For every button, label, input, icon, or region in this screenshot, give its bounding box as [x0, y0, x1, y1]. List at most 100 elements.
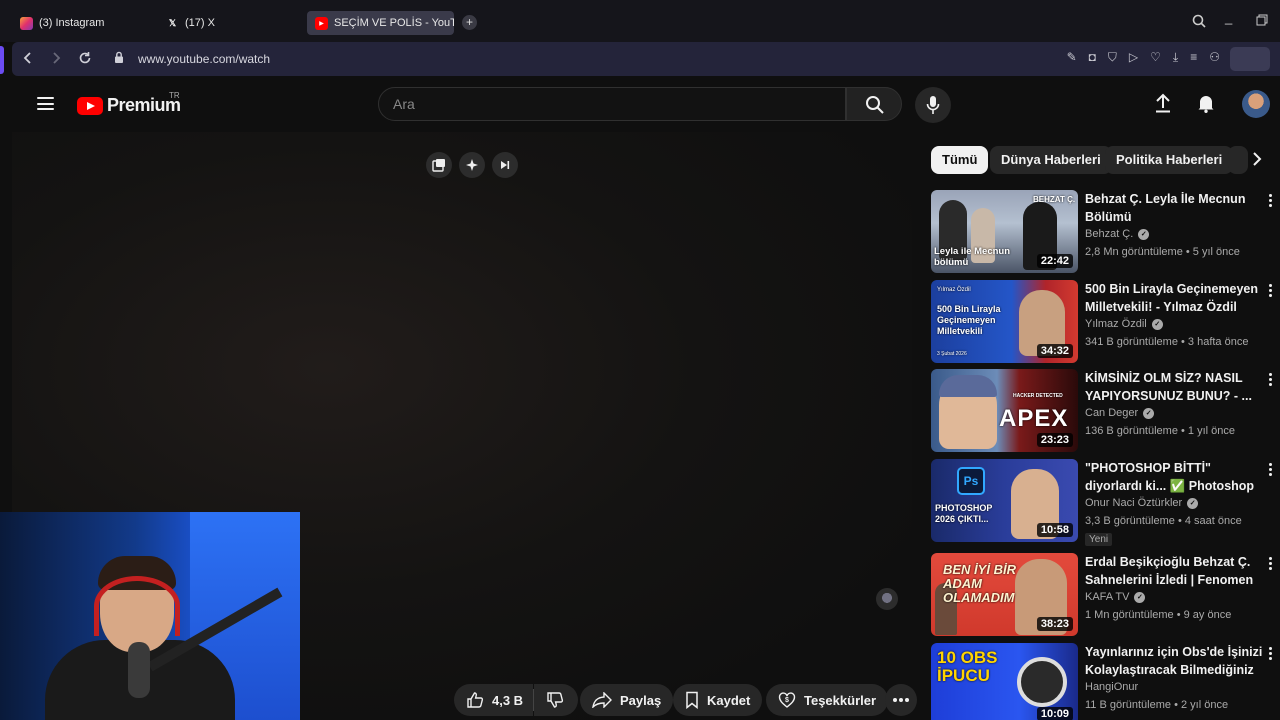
url-field[interactable]: www.youtube.com/watch: [138, 52, 270, 66]
new-tab-button[interactable]: +: [462, 15, 477, 30]
video-title[interactable]: "PHOTOSHOP BİTTİ" diyorlardı ki... ✅ Pho…: [1085, 459, 1263, 495]
reload-button[interactable]: [78, 51, 92, 68]
menu-lines-icon[interactable]: ≡: [1190, 50, 1197, 65]
video-meta: 341 B görüntüleme • 3 hafta önce: [1085, 336, 1249, 348]
video-thumbnail[interactable]: Leyla ile Mecnun bölümü BEHZAT Ç. 22:42: [931, 190, 1078, 273]
video-title[interactable]: KİMSİNİZ OLM SİZ? NASIL YAPIYORSUNUZ BUN…: [1085, 369, 1263, 405]
heart-icon[interactable]: ♡: [1150, 50, 1161, 65]
youtube-logo[interactable]: Premium: [77, 95, 181, 116]
edit-icon[interactable]: ✎: [1067, 50, 1077, 65]
channel-name[interactable]: HangiOnur: [1085, 681, 1138, 693]
upload-icon[interactable]: [1154, 93, 1172, 118]
more-options-icon[interactable]: [1269, 463, 1273, 476]
more-options-icon[interactable]: [1269, 373, 1273, 386]
thanks-button[interactable]: $ Teşekkürler: [766, 684, 889, 716]
avatar[interactable]: [1242, 90, 1270, 118]
thumbnail-caption: APEX: [999, 405, 1069, 432]
verified-icon: ✓: [1151, 318, 1163, 330]
tab-instagram[interactable]: (3) Instagram: [12, 11, 152, 35]
chip-politics-news[interactable]: Politika Haberleri: [1105, 146, 1234, 174]
floating-avatar: [876, 588, 898, 610]
youtube-play-logo-icon: [77, 96, 103, 115]
thumbnail-date: 3 Şubat 2026: [937, 351, 967, 357]
back-button[interactable]: [22, 51, 34, 68]
channel-name[interactable]: Yılmaz Özdil ✓: [1085, 318, 1163, 330]
video-duration: 22:42: [1036, 254, 1073, 268]
obs-logo-icon: [1017, 657, 1067, 707]
minimize-button[interactable]: _: [1225, 10, 1232, 25]
play-icon[interactable]: ▷: [1129, 50, 1138, 65]
download-icon[interactable]: ⤓: [1173, 50, 1178, 65]
channel-label: Behzat Ç.: [1085, 228, 1134, 240]
shield-icon[interactable]: ⛉: [1108, 50, 1117, 65]
photoshop-logo-icon: Ps: [957, 467, 985, 495]
dislike-button[interactable]: [534, 684, 579, 716]
chip-overflow[interactable]: [1228, 146, 1248, 174]
dot: [899, 698, 903, 702]
video-thumbnail[interactable]: 10 OBS İPUCU 10:09: [931, 643, 1078, 720]
channel-name[interactable]: Onur Naci Öztürkler ✓: [1085, 497, 1199, 509]
chevron-right-icon[interactable]: [1252, 152, 1262, 171]
maximize-button[interactable]: [1256, 14, 1268, 29]
dot: [893, 698, 897, 702]
recommendation-item[interactable]: Leyla ile Mecnun bölümü BEHZAT Ç. 22:42 …: [931, 190, 1280, 274]
channel-name[interactable]: KAFA TV ✓: [1085, 591, 1146, 603]
more-actions-button[interactable]: [885, 684, 917, 716]
recommendation-item[interactable]: 500 Bin Lirayla Geçinemeyen Milletvekili…: [931, 280, 1280, 364]
more-options-icon[interactable]: [1269, 557, 1273, 570]
skip-next-button[interactable]: [492, 152, 518, 178]
address-bar-row: www.youtube.com/watch ✎ ◘ ⛉ ▷ ♡ ⤓ ≡ ⚇: [12, 42, 1280, 76]
video-duration: 38:23: [1036, 617, 1073, 631]
video-thumbnail[interactable]: Ps PHOTOSHOP 2026 ÇIKTI... 10:58: [931, 459, 1078, 542]
share-icon: [592, 692, 612, 708]
voice-search-button[interactable]: [915, 87, 951, 123]
headset: [94, 576, 180, 636]
save-label: Kaydet: [707, 692, 751, 708]
channel-name[interactable]: Behzat Ç. ✓: [1085, 228, 1150, 240]
user-icon[interactable]: ⚇: [1209, 50, 1220, 65]
forward-button[interactable]: [50, 51, 62, 68]
video-thumbnail[interactable]: APEX HACKER DETECTED 23:23: [931, 369, 1078, 452]
webcam-overlay: [0, 512, 300, 720]
video-title[interactable]: Yayınlarınız için Obs'de İşinizi Kolayla…: [1085, 643, 1263, 679]
recommendation-item[interactable]: APEX HACKER DETECTED 23:23 KİMSİNİZ OLM …: [931, 369, 1280, 453]
chip-world-news[interactable]: Dünya Haberleri: [990, 146, 1112, 174]
lock-icon[interactable]: [114, 51, 124, 67]
video-title[interactable]: Erdal Beşikçioğlu Behzat Ç. Sahnelerini …: [1085, 553, 1263, 589]
video-meta: 2,8 Mn görüntüleme • 5 yıl önce: [1085, 246, 1240, 258]
chip-all[interactable]: Tümü: [931, 146, 989, 174]
thanks-label: Teşekkürler: [804, 692, 877, 708]
menu-icon[interactable]: [37, 97, 54, 110]
channel-name[interactable]: Can Deger ✓: [1085, 407, 1155, 419]
video-title[interactable]: 500 Bin Lirayla Geçinemeyen Milletvekili…: [1085, 280, 1263, 316]
more-options-icon[interactable]: [1269, 284, 1273, 297]
search-button[interactable]: [846, 87, 902, 121]
more-options-icon[interactable]: [1269, 647, 1273, 660]
search-input[interactable]: [379, 88, 845, 120]
sparkle-icon: [466, 159, 478, 171]
recommendation-item[interactable]: 10 OBS İPUCU 10:09 Yayınlarınız için Obs…: [931, 643, 1280, 720]
extension-button[interactable]: [1230, 47, 1270, 71]
tab-x[interactable]: 𝕏 (17) X: [158, 11, 298, 35]
like-button[interactable]: 4,3 B: [454, 684, 534, 716]
share-button[interactable]: Paylaş: [580, 684, 674, 716]
camera-icon[interactable]: ◘: [1089, 50, 1096, 65]
search-tabs-icon[interactable]: [1192, 14, 1206, 31]
video-thumbnail[interactable]: 500 Bin Lirayla Geçinemeyen Milletvekili…: [931, 280, 1078, 363]
more-options-icon[interactable]: [1269, 194, 1273, 207]
channel-label: KAFA TV: [1085, 591, 1130, 603]
channel-label: Yılmaz Özdil: [1085, 318, 1147, 330]
miniplayer-button[interactable]: [426, 152, 452, 178]
picture-in-picture-icon: [432, 159, 445, 172]
recommendation-item[interactable]: Ps PHOTOSHOP 2026 ÇIKTI... 10:58 "PHOTOS…: [931, 459, 1280, 546]
share-label: Paylaş: [620, 692, 662, 708]
video-meta: 3,3 B görüntüleme • 4 saat önce: [1085, 515, 1242, 527]
video-thumbnail[interactable]: BEN İYİ BİR ADAM OLAMADIM 38:23: [931, 553, 1078, 636]
recommendation-item[interactable]: BEN İYİ BİR ADAM OLAMADIM 38:23 Erdal Be…: [931, 553, 1280, 637]
notifications-bell-icon[interactable]: [1197, 93, 1215, 118]
ai-sparkle-button[interactable]: [459, 152, 485, 178]
video-title[interactable]: Behzat Ç. Leyla İle Mecnun Bölümü: [1085, 190, 1263, 226]
channel-label: Onur Naci Öztürkler: [1085, 497, 1183, 509]
save-button[interactable]: Kaydet: [673, 684, 763, 716]
tab-youtube[interactable]: ▶ SEÇİM VE POLİS - YouTube: [307, 11, 454, 35]
